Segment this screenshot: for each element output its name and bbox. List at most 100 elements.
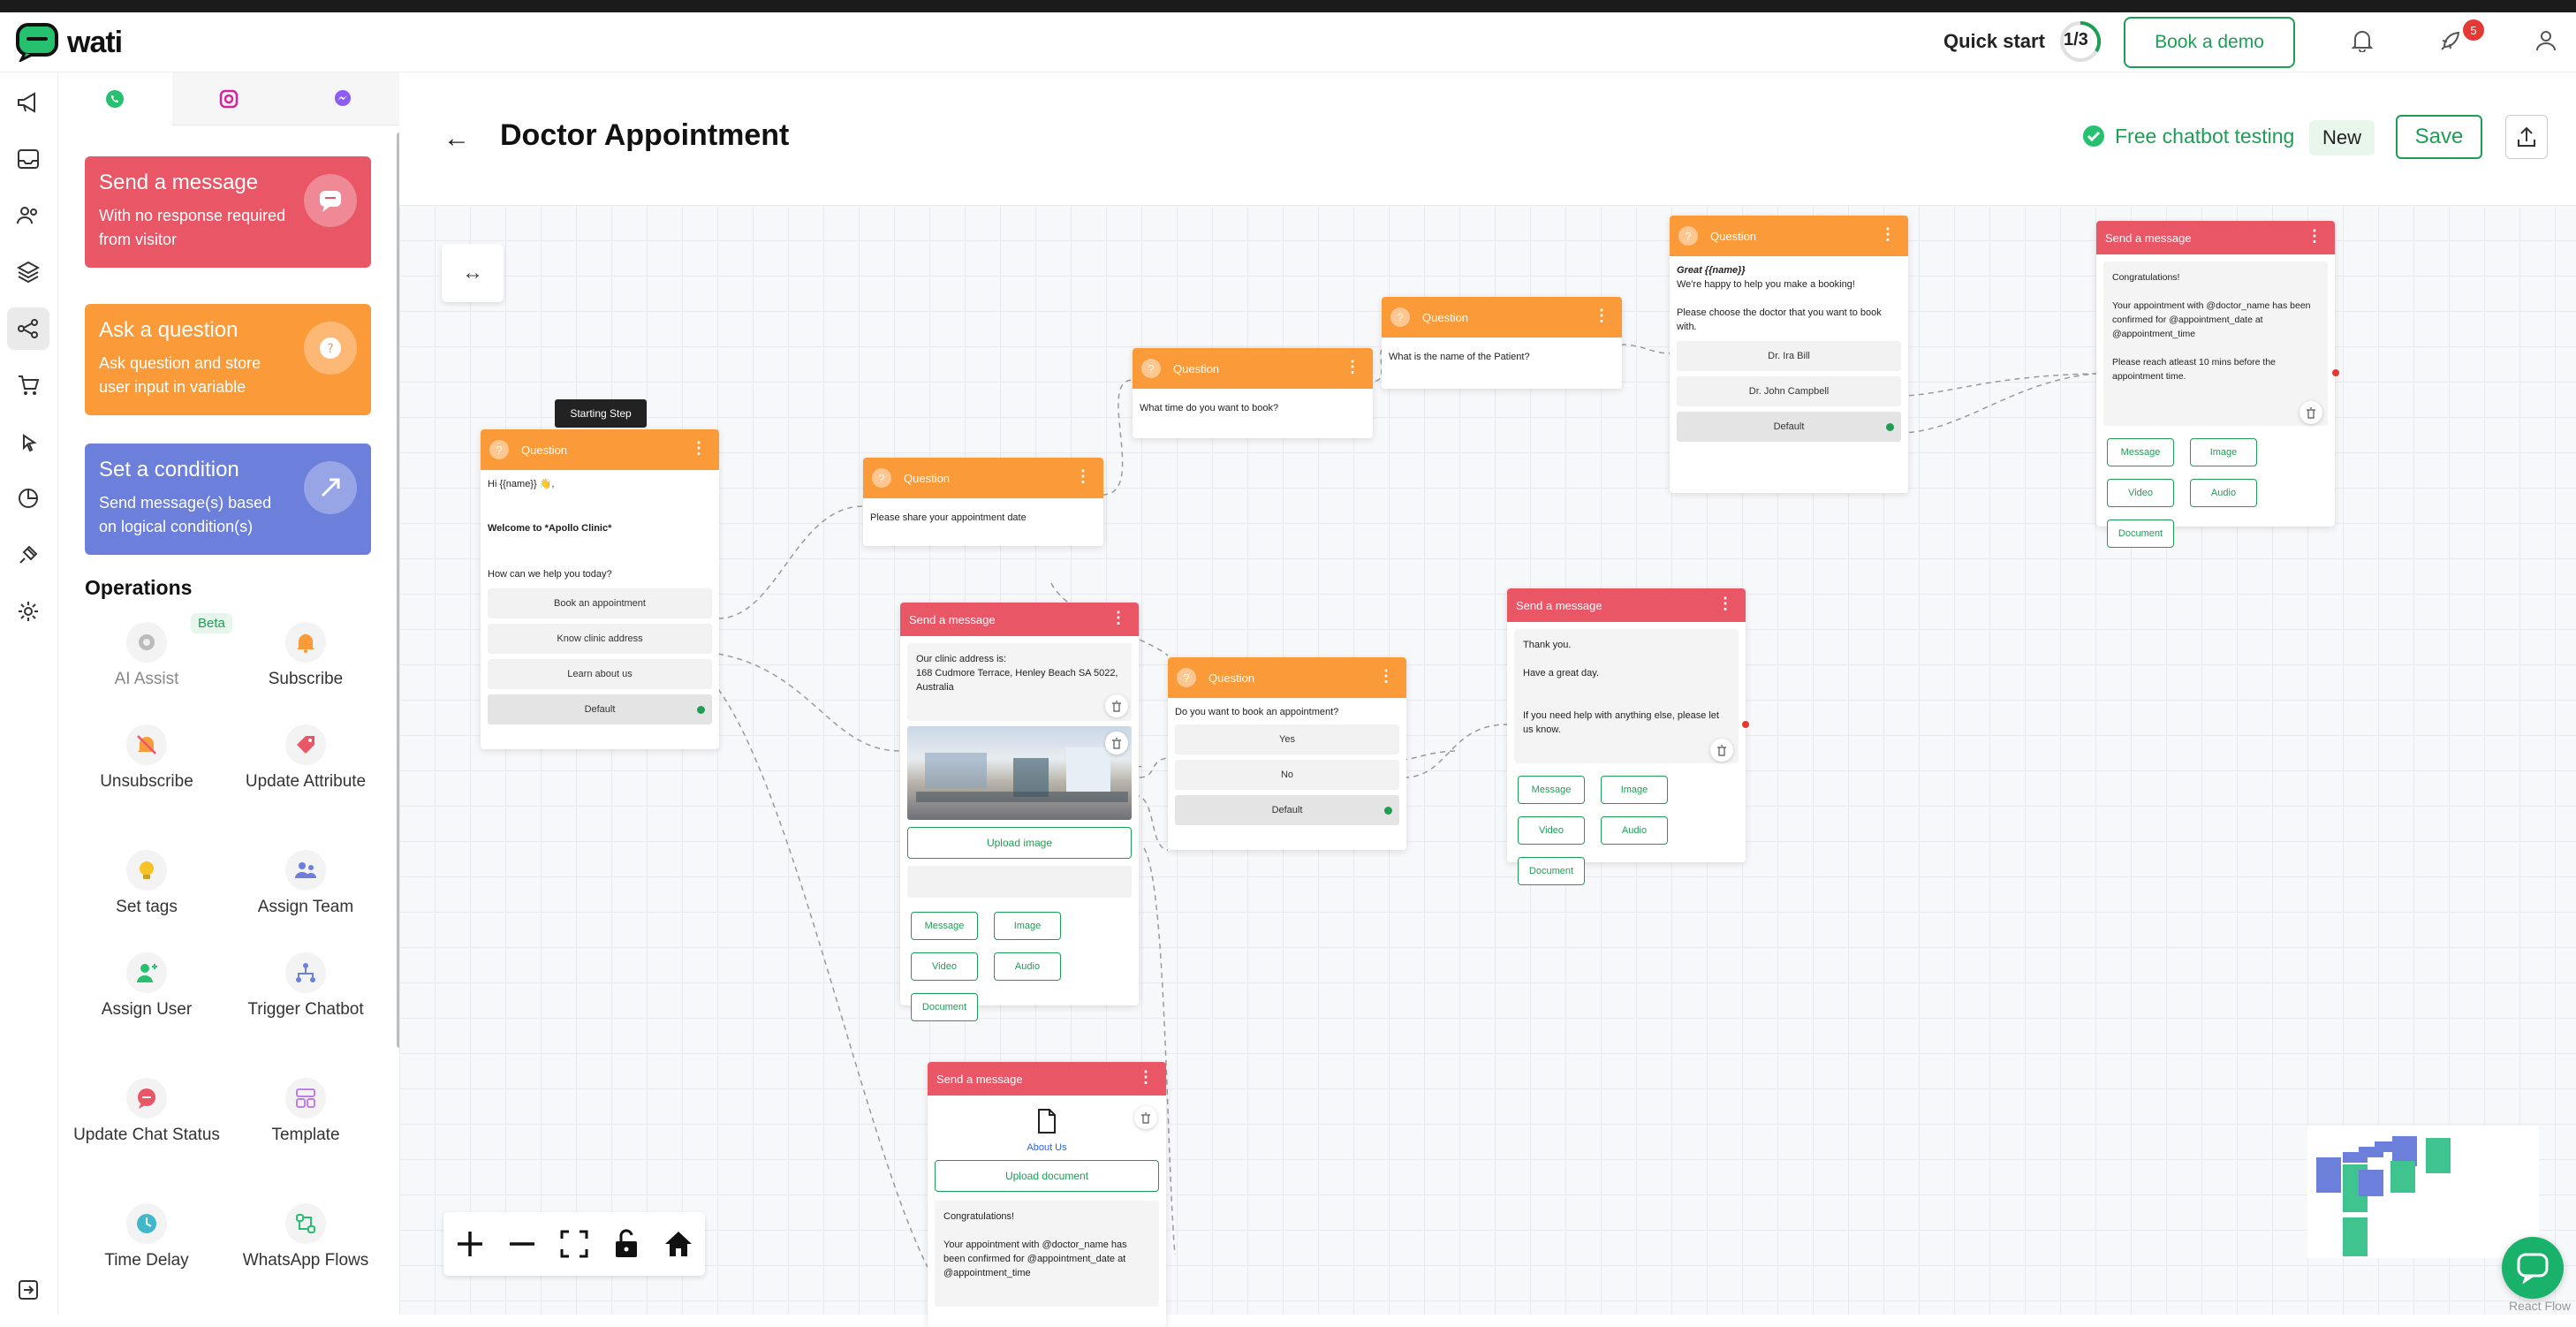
add-message-chip[interactable]: Message: [911, 912, 978, 940]
more-icon[interactable]: ⋮: [1345, 359, 1360, 375]
bell-icon[interactable]: [2346, 25, 2378, 57]
op-unsubscribe[interactable]: Unsubscribe: [67, 724, 226, 793]
file-name-link[interactable]: About Us: [935, 1142, 1159, 1153]
op-template[interactable]: Template: [226, 1078, 385, 1147]
lock-button[interactable]: [603, 1221, 649, 1267]
connector-dot[interactable]: [1886, 423, 1894, 431]
add-audio-chip[interactable]: Audio: [1601, 816, 1668, 845]
cursor-click-icon[interactable]: [7, 421, 49, 463]
minimap[interactable]: [2307, 1126, 2539, 1258]
tab-instagram[interactable]: [171, 72, 286, 125]
node-book-question[interactable]: ? Question ⋮ Do you want to book an appoin…: [1168, 657, 1406, 850]
more-icon[interactable]: ⋮: [691, 440, 707, 456]
upload-image-button[interactable]: Upload image: [907, 827, 1132, 859]
send-message-card[interactable]: Send a message With no response required…: [85, 156, 371, 268]
chatbot-flows-icon[interactable]: [7, 307, 49, 350]
node-start-question[interactable]: ? Question ⋮ Hi {{name}} 👋, Welcome to *Ap…: [481, 429, 719, 749]
add-document-chip[interactable]: Document: [1518, 857, 1585, 885]
analytics-icon[interactable]: [7, 477, 49, 519]
op-assign-team[interactable]: Assign Team: [226, 850, 385, 919]
node-thanks-message[interactable]: Send a message ⋮ Thank you. Have a great …: [1507, 588, 1746, 885]
integrations-icon[interactable]: [7, 251, 49, 293]
op-update-attribute[interactable]: Update Attribute: [226, 724, 385, 793]
add-document-chip[interactable]: Document: [911, 993, 978, 1021]
save-button[interactable]: Save: [2396, 115, 2482, 159]
support-chat-button[interactable]: [2502, 1237, 2564, 1299]
more-icon[interactable]: ⋮: [1378, 668, 1394, 684]
op-update-chat-status[interactable]: Update Chat Status: [67, 1078, 226, 1147]
delete-icon[interactable]: [1710, 739, 1733, 762]
more-icon[interactable]: ⋮: [2307, 228, 2322, 244]
option-button[interactable]: Dr. Ira Bill: [1677, 341, 1901, 371]
op-assign-user[interactable]: Assign User: [67, 952, 226, 1021]
brand[interactable]: wati: [16, 23, 123, 62]
set-condition-card[interactable]: Set a condition Send message(s) based on…: [85, 444, 371, 555]
contacts-icon[interactable]: [7, 194, 49, 237]
zoom-out-button[interactable]: [499, 1221, 545, 1267]
add-document-chip[interactable]: Document: [2107, 519, 2174, 548]
add-image-chip[interactable]: Image: [994, 912, 1061, 940]
upload-document-button[interactable]: Upload document: [935, 1160, 1159, 1192]
tab-whatsapp[interactable]: [58, 72, 172, 125]
op-time-delay[interactable]: Time Delay: [67, 1203, 226, 1272]
settings-icon[interactable]: [7, 590, 49, 633]
add-message-chip[interactable]: Message: [1518, 776, 1585, 804]
option-button[interactable]: Book an appointment: [488, 588, 712, 618]
ask-question-card[interactable]: Ask a question Ask question and store us…: [85, 304, 371, 415]
more-icon[interactable]: ⋮: [1138, 1069, 1154, 1085]
quick-start-label[interactable]: Quick start: [1943, 30, 2045, 53]
add-audio-chip[interactable]: Audio: [994, 952, 1061, 981]
option-button[interactable]: No: [1175, 760, 1399, 790]
default-option[interactable]: Default: [1677, 412, 1901, 442]
caption-field[interactable]: [907, 866, 1132, 898]
add-message-chip[interactable]: Message: [2107, 438, 2174, 466]
op-subscribe[interactable]: Subscribe: [226, 622, 385, 691]
book-demo-button[interactable]: Book a demo: [2124, 17, 2295, 68]
op-set-tags[interactable]: Set tags: [67, 850, 226, 919]
tab-messenger[interactable]: [285, 72, 400, 125]
add-image-chip[interactable]: Image: [2190, 438, 2257, 466]
add-audio-chip[interactable]: Audio: [2190, 479, 2257, 507]
export-button[interactable]: [2505, 115, 2548, 159]
add-video-chip[interactable]: Video: [911, 952, 978, 981]
op-trigger-chatbot[interactable]: Trigger Chatbot: [226, 952, 385, 1021]
delete-icon[interactable]: [2299, 401, 2322, 424]
more-icon[interactable]: ⋮: [1717, 595, 1733, 611]
inbox-icon[interactable]: [7, 138, 49, 180]
cart-icon[interactable]: [7, 364, 49, 406]
op-ai-assist[interactable]: AI Assist: [67, 622, 226, 691]
react-flow-attribution[interactable]: React Flow: [2509, 1299, 2571, 1313]
node-about-message[interactable]: Send a message ⋮ About Us Upload document…: [928, 1062, 1166, 1327]
node-time-question[interactable]: ? Question ⋮ What time do you want to book…: [1133, 348, 1373, 438]
fit-view-button[interactable]: [551, 1221, 597, 1267]
option-button[interactable]: Know clinic address: [488, 624, 712, 654]
add-image-chip[interactable]: Image: [1601, 776, 1668, 804]
node-doctor-question[interactable]: ? Question ⋮ Great {{name}} We're happy to…: [1670, 216, 1908, 493]
node-address-message[interactable]: Send a message ⋮ Our clinic address is: 1…: [900, 603, 1139, 1021]
user-icon[interactable]: [2530, 25, 2562, 57]
add-video-chip[interactable]: Video: [2107, 479, 2174, 507]
home-button[interactable]: [655, 1221, 701, 1267]
plug-icon[interactable]: [7, 534, 49, 576]
node-patient-question[interactable]: ? Question ⋮ What is the name of the Patie…: [1382, 297, 1622, 389]
connector-dot[interactable]: [697, 706, 705, 714]
op-whatsapp-flows[interactable]: WhatsApp Flows: [226, 1203, 385, 1272]
option-button[interactable]: Learn about us: [488, 659, 712, 689]
more-icon[interactable]: ⋮: [1110, 610, 1126, 626]
delete-icon[interactable]: [1134, 1106, 1157, 1129]
rocket-icon[interactable]: [2435, 25, 2466, 57]
free-chatbot-testing-link[interactable]: Free chatbot testing: [2081, 124, 2294, 148]
option-button[interactable]: Yes: [1175, 724, 1399, 754]
connector-dot[interactable]: [1384, 807, 1392, 815]
toggle-panel-button[interactable]: ↔: [442, 244, 504, 302]
connector-dot[interactable]: [1742, 721, 1749, 728]
broadcast-icon[interactable]: [7, 81, 49, 124]
option-button[interactable]: Dr. John Campbell: [1677, 376, 1901, 406]
more-icon[interactable]: ⋮: [1880, 226, 1896, 242]
zoom-in-button[interactable]: [447, 1221, 493, 1267]
default-option[interactable]: Default: [1175, 795, 1399, 825]
more-icon[interactable]: ⋮: [1594, 307, 1610, 323]
node-confirm-message[interactable]: Send a message ⋮ Congratulations! Your ap…: [2096, 221, 2335, 548]
collapse-sidebar-icon[interactable]: [7, 1269, 49, 1311]
more-icon[interactable]: ⋮: [1075, 468, 1091, 484]
